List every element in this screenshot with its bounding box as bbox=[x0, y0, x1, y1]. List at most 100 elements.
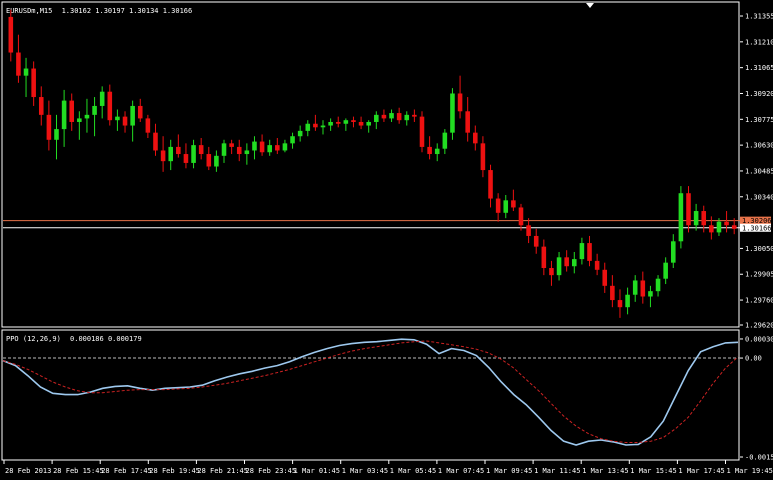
candle-body bbox=[61, 100, 67, 130]
price-tick-label: 1.31355 bbox=[745, 13, 773, 21]
price-tick-label: 1.30920 bbox=[745, 90, 773, 98]
candle-body bbox=[275, 145, 280, 151]
candle-body bbox=[115, 116, 120, 121]
price-tick-label: 1.30775 bbox=[745, 116, 773, 124]
price-tick-label: 1.29905 bbox=[745, 271, 773, 279]
candle-body bbox=[709, 225, 714, 233]
candle-body bbox=[503, 200, 509, 213]
candle-body bbox=[549, 268, 554, 276]
candle-body bbox=[176, 146, 181, 155]
current-price-line-label: 1.30166 bbox=[742, 224, 772, 232]
candle-body bbox=[556, 257, 562, 276]
candle-body bbox=[587, 243, 592, 261]
candle-body bbox=[84, 114, 90, 119]
candle-body bbox=[229, 143, 234, 147]
candle-body bbox=[31, 68, 36, 98]
candle-body bbox=[122, 116, 128, 126]
time-tick-label: 1 Mar 03:45 bbox=[342, 467, 388, 475]
time-tick-label: 28 Feb 23:45 bbox=[246, 467, 297, 475]
candle-body bbox=[358, 121, 364, 126]
candle-body bbox=[617, 300, 623, 308]
price-tick-label: 1.30050 bbox=[745, 245, 773, 253]
candle-body bbox=[23, 68, 29, 76]
time-tick-label: 1 Mar 17:45 bbox=[678, 467, 724, 475]
ppo-tick-label: 0.000303 bbox=[745, 335, 773, 343]
candle-body bbox=[564, 257, 569, 267]
candle-body bbox=[434, 148, 440, 155]
candle-body bbox=[130, 105, 135, 126]
candle-body bbox=[579, 243, 585, 260]
candle-body bbox=[427, 146, 432, 155]
candle-body bbox=[670, 241, 676, 263]
candle-body bbox=[465, 111, 470, 133]
candle-body bbox=[511, 200, 516, 208]
ppo-values: 0.000186 0.000179 bbox=[70, 335, 142, 343]
candle-body bbox=[602, 269, 608, 286]
time-tick-label: 28 Feb 17:45 bbox=[101, 467, 152, 475]
ppo-label: PPO (12,26,9) 0.000186 0.000179 bbox=[6, 335, 142, 343]
candle-body bbox=[442, 132, 448, 149]
candle-body bbox=[648, 291, 653, 297]
candle-body bbox=[206, 154, 212, 167]
candle-body bbox=[724, 221, 729, 226]
symbol-text: EURUSDm,M15 bbox=[6, 7, 52, 15]
candle-body bbox=[473, 132, 478, 144]
candle-body bbox=[214, 155, 219, 167]
candle-body bbox=[221, 143, 227, 156]
candle-body bbox=[305, 123, 311, 131]
candle-body bbox=[655, 278, 661, 292]
candle-body bbox=[153, 132, 158, 151]
candle-body bbox=[716, 221, 722, 233]
candle-body bbox=[92, 105, 97, 115]
price-tick-label: 1.29620 bbox=[745, 322, 773, 330]
time-tick-label: 1 Mar 13:45 bbox=[582, 467, 628, 475]
time-tick-label: 1 Mar 19:45 bbox=[727, 467, 773, 475]
candle-body bbox=[335, 121, 341, 124]
candle-body bbox=[320, 125, 326, 128]
candle-body bbox=[282, 143, 288, 151]
ppo-tick-label: -0.00157 bbox=[745, 454, 773, 462]
candle-body bbox=[693, 211, 699, 226]
candle-body bbox=[343, 120, 349, 124]
candle-body bbox=[198, 145, 204, 155]
candle-body bbox=[168, 146, 173, 162]
candle-body bbox=[419, 116, 425, 147]
candle-body bbox=[267, 145, 272, 153]
candle-body bbox=[46, 114, 52, 140]
candle-body bbox=[686, 193, 691, 226]
candle-body bbox=[297, 130, 303, 137]
candle-body bbox=[731, 225, 737, 229]
candle-body bbox=[313, 123, 318, 128]
time-tick-label: 1 Mar 09:45 bbox=[486, 467, 532, 475]
candle-body bbox=[495, 198, 501, 213]
candle-body bbox=[381, 114, 387, 119]
candle-body bbox=[8, 16, 14, 53]
candle-body bbox=[533, 235, 539, 247]
candle-body bbox=[594, 260, 600, 270]
candle-body bbox=[54, 129, 59, 140]
time-tick-label: 1 Mar 15:45 bbox=[630, 467, 676, 475]
candle-body bbox=[191, 145, 196, 163]
candle-body bbox=[640, 280, 646, 297]
price-tick-label: 1.31065 bbox=[745, 64, 773, 72]
candle-body bbox=[16, 52, 21, 76]
ppo-tick-label: 0.00 bbox=[745, 355, 762, 363]
candle-body bbox=[328, 121, 333, 126]
time-tick-label: 28 Feb 19:45 bbox=[149, 467, 200, 475]
candle-body bbox=[38, 97, 44, 115]
candle-body bbox=[450, 93, 455, 133]
chart-background bbox=[0, 0, 773, 480]
candle-body bbox=[610, 285, 615, 301]
candle-body bbox=[252, 141, 257, 151]
candle-body bbox=[480, 143, 486, 171]
candle-body bbox=[290, 136, 295, 144]
candle-body bbox=[488, 170, 493, 199]
candle-body bbox=[69, 100, 75, 122]
candle-body bbox=[678, 193, 684, 242]
candle-body bbox=[518, 207, 524, 226]
candle-body bbox=[244, 150, 250, 155]
candle-body bbox=[99, 91, 105, 106]
candle-body bbox=[404, 114, 410, 121]
time-tick-label: 1 Mar 07:45 bbox=[438, 467, 484, 475]
ppo-name: PPO (12,26,9) bbox=[6, 335, 61, 343]
